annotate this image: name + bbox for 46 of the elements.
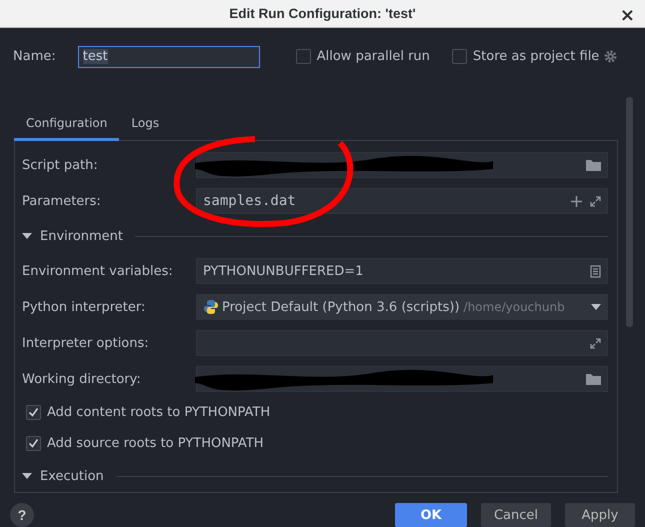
field-label: Python interpreter: [22, 300, 146, 314]
checkbox-label: Add content roots to PYTHONPATH [47, 405, 270, 420]
triangle-icon[interactable] [22, 472, 32, 480]
folder-icon[interactable] [586, 159, 601, 171]
checkbox[interactable] [296, 49, 311, 64]
checkbox-label: Add source roots to PYTHONPATH [47, 436, 264, 451]
interpreter-dropdown[interactable]: Project Default (Python 3.6 (scripts)) /home/youchunb [196, 294, 608, 320]
gear-icon[interactable] [604, 50, 618, 64]
expand-icon[interactable] [590, 196, 601, 206]
folder-icon[interactable] [586, 373, 601, 385]
checkbox-label: Store as project file [472, 49, 600, 64]
section-header[interactable]: Environment [40, 228, 124, 244]
dialog-button[interactable]: OK [395, 503, 467, 527]
checkbox[interactable] [26, 405, 41, 420]
tab[interactable]: Configuration [14, 110, 120, 141]
checkbox[interactable] [452, 49, 467, 64]
checkbox[interactable] [26, 436, 41, 451]
interpreter-value: Project Default (Python 3.6 (scripts)) [222, 300, 460, 314]
help-button[interactable]: ? [10, 503, 34, 527]
expand-icon[interactable] [590, 338, 601, 348]
field-label: Working directory: [22, 372, 142, 386]
caret-icon[interactable] [591, 304, 601, 310]
field-label: Environment variables: [22, 264, 174, 278]
document-icon[interactable] [590, 264, 601, 278]
options-field[interactable] [196, 330, 608, 356]
tab[interactable]: Logs [119, 110, 172, 141]
checkbox-label: Allow parallel run [316, 49, 430, 64]
interpreter-path: /home/youchunb [464, 300, 565, 314]
window-title: Edit Run Configuration: 'test' [229, 6, 416, 22]
environment-field[interactable]: PYTHONUNBUFFERED=1 [196, 258, 608, 284]
parameters-field[interactable]: samples.dat [196, 188, 608, 214]
section-header[interactable]: Execution [40, 468, 104, 484]
path-field[interactable] [196, 152, 608, 178]
path-field[interactable] [196, 366, 608, 392]
name-field[interactable]: test [78, 46, 260, 68]
field-label: Script path: [22, 158, 99, 172]
python-logo-icon [203, 299, 219, 315]
scrollbar[interactable] [626, 97, 633, 327]
plus-icon[interactable] [571, 196, 582, 206]
dialog-button[interactable]: Cancel [481, 503, 551, 527]
dialog-button[interactable]: Apply [565, 503, 635, 527]
field-label: Parameters: [22, 194, 102, 208]
field-label: Interpreter options: [22, 336, 150, 350]
close-button[interactable]: × [620, 5, 635, 26]
triangle-icon[interactable] [22, 232, 32, 240]
name-label: Name: [13, 49, 56, 64]
